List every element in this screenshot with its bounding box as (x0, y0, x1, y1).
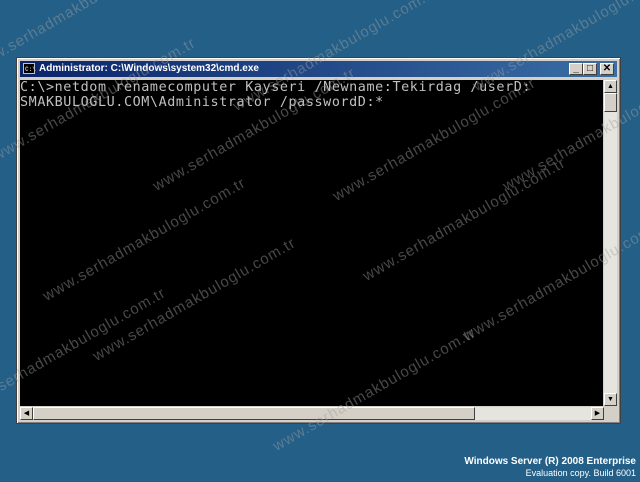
cmd-icon[interactable]: C:\ (23, 63, 36, 74)
title-bar[interactable]: C:\ Administrator: C:\Windows\system32\c… (20, 61, 617, 77)
window-title: Administrator: C:\Windows\system32\cmd.e… (39, 63, 259, 74)
horizontal-scrollbar[interactable]: ◀ ▶ (20, 407, 604, 420)
command-line-1: C:\>netdom renamecomputer Kayseri /Newna… (20, 80, 532, 95)
os-build-label: Evaluation copy. Build 6001 (525, 468, 636, 478)
scrollbar-corner (604, 407, 617, 420)
os-branding: Windows Server (R) 2008 Enterprise Evalu… (464, 456, 636, 479)
scroll-left-button[interactable]: ◀ (20, 407, 33, 420)
scroll-down-button[interactable]: ▼ (604, 393, 617, 406)
cmd-window[interactable]: C:\ Administrator: C:\Windows\system32\c… (16, 57, 621, 424)
vertical-scrollbar[interactable]: ▲ ▼ (604, 80, 617, 406)
minimize-button[interactable]: _ (569, 63, 583, 75)
vertical-scroll-thumb[interactable] (604, 93, 617, 112)
os-edition-label: Windows Server (R) 2008 Enterprise (464, 456, 636, 467)
scroll-right-button[interactable]: ▶ (591, 407, 604, 420)
scroll-up-button[interactable]: ▲ (604, 80, 617, 93)
horizontal-scroll-thumb[interactable] (33, 407, 475, 420)
maximize-button[interactable]: □ (583, 63, 597, 75)
console-output[interactable]: C:\>netdom renamecomputer Kayseri /Newna… (20, 80, 603, 406)
command-line-2: SMAKBULOGLU.COM\Administrator /passwordD… (20, 95, 384, 110)
close-button[interactable]: ✕ (600, 63, 614, 75)
